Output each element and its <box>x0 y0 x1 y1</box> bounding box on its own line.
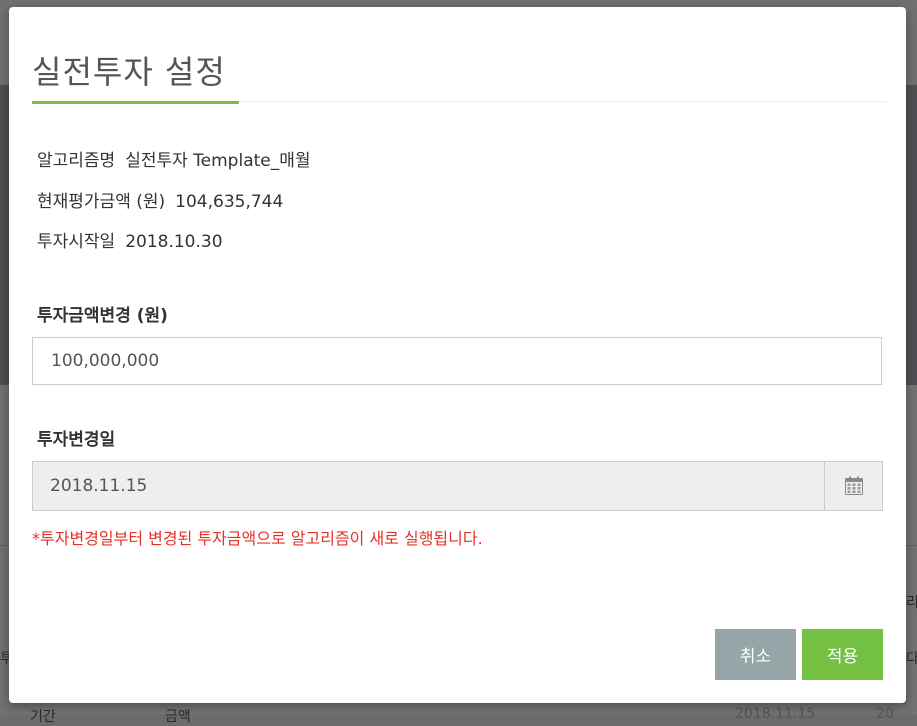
modal-title: 실전투자 설정 <box>32 53 226 91</box>
info-value: 실전투자 Template_매월 <box>125 151 311 171</box>
change-date-input[interactable] <box>33 462 824 510</box>
background-text: 2018.11.15 <box>735 706 816 722</box>
background-text: 금액 <box>165 709 191 725</box>
amount-input[interactable] <box>32 337 882 385</box>
background-text: 리 <box>906 595 917 611</box>
cancel-button[interactable]: 취소 <box>715 629 796 680</box>
title-accent-bar <box>32 101 239 104</box>
info-value: 104,635,744 <box>175 192 284 212</box>
background-text: 기간 <box>30 709 56 725</box>
change-date-label: 투자변경일 <box>37 430 116 450</box>
change-date-field <box>32 461 883 511</box>
info-label: 투자시작일 <box>37 232 116 252</box>
investment-settings-modal: 실전투자 설정 알고리즘명 실전투자 Template_매월 현재평가금액 (원)… <box>9 7 906 703</box>
calendar-button[interactable] <box>824 462 882 510</box>
change-notice: *투자변경일부터 변경된 투자금액으로 알고리즘이 새로 실행됩니다. <box>32 529 483 548</box>
background-text: 20 <box>876 706 894 722</box>
info-value: 2018.10.30 <box>125 232 223 252</box>
amount-label: 투자금액변경 (원) <box>37 306 168 326</box>
info-row-start-date: 투자시작일 2018.10.30 <box>37 227 223 252</box>
info-row-current-value: 현재평가금액 (원) 104,635,744 <box>37 187 283 212</box>
background-text: 다 <box>906 651 917 667</box>
info-row-algorithm: 알고리즘명 실전투자 Template_매월 <box>37 146 311 171</box>
calendar-icon <box>844 476 863 495</box>
info-label: 현재평가금액 (원) <box>37 192 166 212</box>
info-label: 알고리즘명 <box>37 151 116 171</box>
apply-button[interactable]: 적용 <box>802 629 883 680</box>
